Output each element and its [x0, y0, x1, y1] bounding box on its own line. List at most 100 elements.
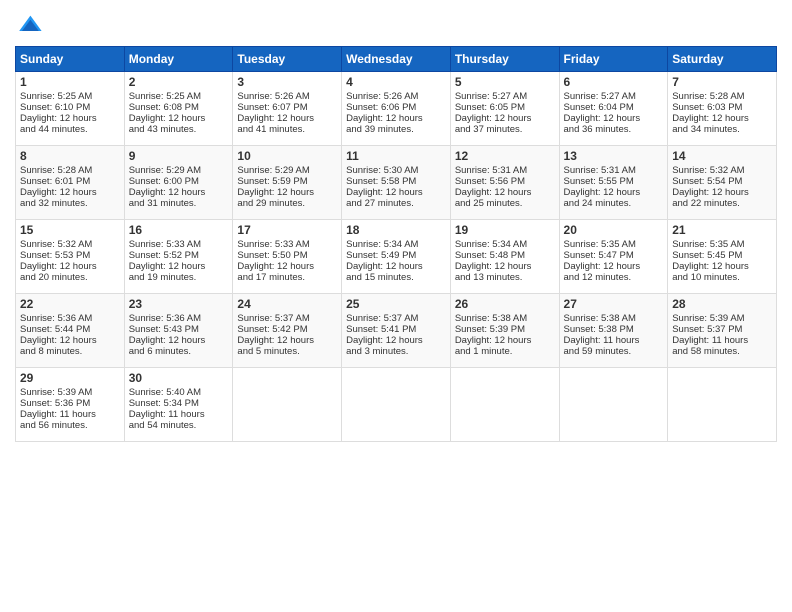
day-info: Sunset: 6:10 PM	[20, 102, 120, 113]
day-info: Sunset: 6:08 PM	[129, 102, 229, 113]
day-info: Daylight: 12 hours	[346, 335, 446, 346]
logo-icon	[15, 10, 43, 38]
day-info: Sunset: 5:45 PM	[672, 250, 772, 261]
day-number: 7	[672, 75, 772, 89]
header	[15, 10, 777, 38]
day-info: Daylight: 12 hours	[564, 261, 664, 272]
day-info: and 32 minutes.	[20, 198, 120, 209]
day-number: 19	[455, 223, 555, 237]
col-tuesday: Tuesday	[233, 47, 342, 72]
calendar-cell: 4Sunrise: 5:26 AMSunset: 6:06 PMDaylight…	[342, 72, 451, 146]
calendar-cell: 2 Sunrise: 5:25 AMSunset: 6:08 PMDaylight…	[124, 72, 233, 146]
day-info: and 15 minutes.	[346, 272, 446, 283]
day-number: 5	[455, 75, 555, 89]
day-number: 3	[237, 75, 337, 89]
day-info: Sunrise: 5:40 AM	[129, 387, 229, 398]
day-info: Sunset: 5:44 PM	[20, 324, 120, 335]
day-number: 24	[237, 297, 337, 311]
calendar-cell: 24Sunrise: 5:37 AMSunset: 5:42 PMDayligh…	[233, 294, 342, 368]
day-info: Sunset: 5:34 PM	[129, 398, 229, 409]
header-row: Sunday Monday Tuesday Wednesday Thursday…	[16, 47, 777, 72]
calendar-cell: 6Sunrise: 5:27 AMSunset: 6:04 PMDaylight…	[559, 72, 668, 146]
day-info: Daylight: 12 hours	[237, 335, 337, 346]
day-info: Sunset: 5:47 PM	[564, 250, 664, 261]
col-sunday: Sunday	[16, 47, 125, 72]
day-info: Sunset: 6:04 PM	[564, 102, 664, 113]
day-info: Sunrise: 5:36 AM	[20, 313, 120, 324]
day-info: Daylight: 12 hours	[129, 113, 229, 124]
calendar-cell: 23Sunrise: 5:36 AMSunset: 5:43 PMDayligh…	[124, 294, 233, 368]
day-number: 16	[129, 223, 229, 237]
day-number: 18	[346, 223, 446, 237]
calendar-cell: 17Sunrise: 5:33 AMSunset: 5:50 PMDayligh…	[233, 220, 342, 294]
day-info: Sunrise: 5:39 AM	[20, 387, 120, 398]
day-info: Daylight: 12 hours	[237, 261, 337, 272]
day-info: Sunrise: 5:33 AM	[129, 239, 229, 250]
day-info: Daylight: 12 hours	[455, 187, 555, 198]
col-monday: Monday	[124, 47, 233, 72]
day-info: Sunset: 5:36 PM	[20, 398, 120, 409]
calendar-cell: 26Sunrise: 5:38 AMSunset: 5:39 PMDayligh…	[450, 294, 559, 368]
calendar-cell: 10Sunrise: 5:29 AMSunset: 5:59 PMDayligh…	[233, 146, 342, 220]
day-info: Daylight: 11 hours	[129, 409, 229, 420]
day-info: Sunset: 5:55 PM	[564, 176, 664, 187]
page-container: Sunday Monday Tuesday Wednesday Thursday…	[0, 0, 792, 452]
col-saturday: Saturday	[668, 47, 777, 72]
day-info: Sunrise: 5:28 AM	[672, 91, 772, 102]
calendar-week-1: 1Sunrise: 5:25 AMSunset: 6:10 PMDaylight…	[16, 72, 777, 146]
day-info: Sunrise: 5:35 AM	[564, 239, 664, 250]
day-info: and 36 minutes.	[564, 124, 664, 135]
day-info: and 3 minutes.	[346, 346, 446, 357]
day-info: Sunset: 5:58 PM	[346, 176, 446, 187]
day-info: Sunrise: 5:25 AM	[129, 91, 229, 102]
day-info: and 8 minutes.	[20, 346, 120, 357]
day-info: and 41 minutes.	[237, 124, 337, 135]
day-info: Sunset: 5:43 PM	[129, 324, 229, 335]
day-info: Sunrise: 5:30 AM	[346, 165, 446, 176]
day-info: Daylight: 12 hours	[346, 113, 446, 124]
calendar-cell	[233, 368, 342, 442]
day-info: Sunrise: 5:33 AM	[237, 239, 337, 250]
day-info: Sunset: 6:05 PM	[455, 102, 555, 113]
calendar-cell: 12Sunrise: 5:31 AMSunset: 5:56 PMDayligh…	[450, 146, 559, 220]
day-info: Sunset: 6:07 PM	[237, 102, 337, 113]
day-info: Sunrise: 5:32 AM	[20, 239, 120, 250]
day-info: Sunset: 5:39 PM	[455, 324, 555, 335]
day-info: and 20 minutes.	[20, 272, 120, 283]
day-number: 26	[455, 297, 555, 311]
day-number: 2	[129, 75, 229, 89]
day-info: and 56 minutes.	[20, 420, 120, 431]
day-info: Daylight: 11 hours	[564, 335, 664, 346]
day-info: and 34 minutes.	[672, 124, 772, 135]
day-info: Sunset: 5:50 PM	[237, 250, 337, 261]
calendar-cell	[450, 368, 559, 442]
day-number: 13	[564, 149, 664, 163]
day-info: Sunrise: 5:39 AM	[672, 313, 772, 324]
day-info: and 43 minutes.	[129, 124, 229, 135]
calendar-cell: 13Sunrise: 5:31 AMSunset: 5:55 PMDayligh…	[559, 146, 668, 220]
day-info: Daylight: 12 hours	[129, 187, 229, 198]
day-info: Sunrise: 5:37 AM	[237, 313, 337, 324]
calendar-cell: 14Sunrise: 5:32 AMSunset: 5:54 PMDayligh…	[668, 146, 777, 220]
day-info: Sunrise: 5:38 AM	[455, 313, 555, 324]
day-info: Sunrise: 5:29 AM	[129, 165, 229, 176]
day-info: and 6 minutes.	[129, 346, 229, 357]
day-number: 20	[564, 223, 664, 237]
day-info: Daylight: 12 hours	[672, 113, 772, 124]
day-number: 25	[346, 297, 446, 311]
calendar-cell: 5Sunrise: 5:27 AMSunset: 6:05 PMDaylight…	[450, 72, 559, 146]
day-info: Sunset: 5:56 PM	[455, 176, 555, 187]
day-info: Sunrise: 5:25 AM	[20, 91, 120, 102]
day-info: Sunrise: 5:38 AM	[564, 313, 664, 324]
col-thursday: Thursday	[450, 47, 559, 72]
day-info: Sunrise: 5:27 AM	[455, 91, 555, 102]
calendar-cell: 28Sunrise: 5:39 AMSunset: 5:37 PMDayligh…	[668, 294, 777, 368]
day-info: Sunset: 5:52 PM	[129, 250, 229, 261]
calendar-week-4: 22Sunrise: 5:36 AMSunset: 5:44 PMDayligh…	[16, 294, 777, 368]
calendar-cell: 25Sunrise: 5:37 AMSunset: 5:41 PMDayligh…	[342, 294, 451, 368]
calendar-cell: 15Sunrise: 5:32 AMSunset: 5:53 PMDayligh…	[16, 220, 125, 294]
day-number: 15	[20, 223, 120, 237]
logo	[15, 10, 47, 38]
day-number: 6	[564, 75, 664, 89]
day-info: Sunset: 6:01 PM	[20, 176, 120, 187]
